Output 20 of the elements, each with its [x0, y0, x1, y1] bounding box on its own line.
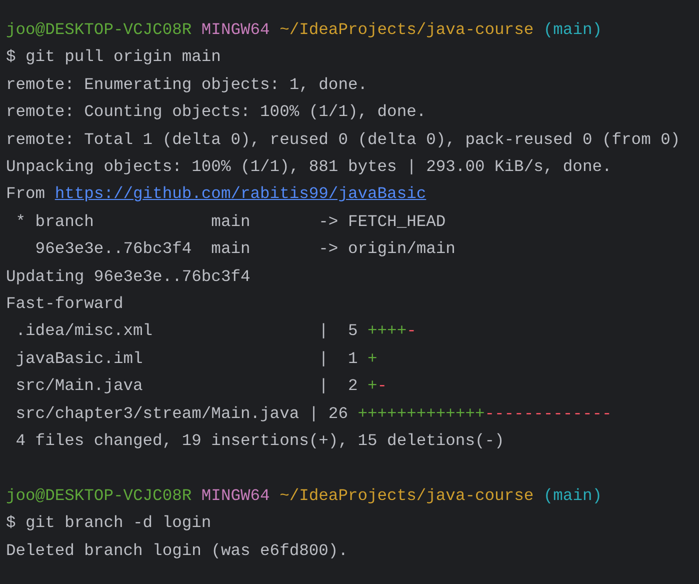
output-line: 96e3e3e..76bc3f4 main -> origin/main [34, 239, 456, 258]
output-line: Updating 96e3e3e..76bc3f4 [6, 266, 250, 286]
diffstat-line: src/chapter3/stream/Main.java | 26 +++++++++++++------------- [14, 404, 612, 423]
diffstat-line: javaBasic.iml | 1 + [14, 348, 378, 368]
output-line: 4 files changed, 19 insertions(+), 15 deletions(-) [14, 431, 504, 450]
output-line: Deleted branch login (was e6fd800). [6, 540, 348, 560]
output-line: remote: Enumerating objects: 1, done. [6, 74, 368, 94]
diffstat-line: src/Main.java | 2 +- [14, 376, 388, 396]
url-link[interactable]: https://github.com/rabitis99/javaBasic [54, 180, 426, 208]
output-line: Fast-forward [6, 294, 124, 314]
diffstat-line: .idea/misc.xml | 5 ++++- [14, 321, 416, 340]
output-text: From [6, 183, 46, 206]
command-line: $ git branch -d login [6, 513, 212, 532]
prompt-line: joo@DESKTOP-VCJC08R MINGW64 ~/IdeaProjects/java-course (main) [6, 486, 602, 505]
output-line: remote: Total 1 (delta 0), reused 0 (delta 0), pack-reused 0 (from 0) [6, 130, 680, 149]
command-line: $ git pull origin main [6, 47, 221, 66]
prompt-line: joo@DESKTOP-VCJC08R MINGW64 ~/IdeaProjects/java-course (main) [6, 20, 602, 39]
output-line: * branch main -> FETCH_HEAD [14, 212, 446, 231]
output-line: Unpacking objects: 100% (1/1), 881 bytes | 293.00 KiB/s, done. [6, 157, 612, 176]
output-line: remote: Counting objects: 100% (1/1), done. [6, 102, 426, 122]
